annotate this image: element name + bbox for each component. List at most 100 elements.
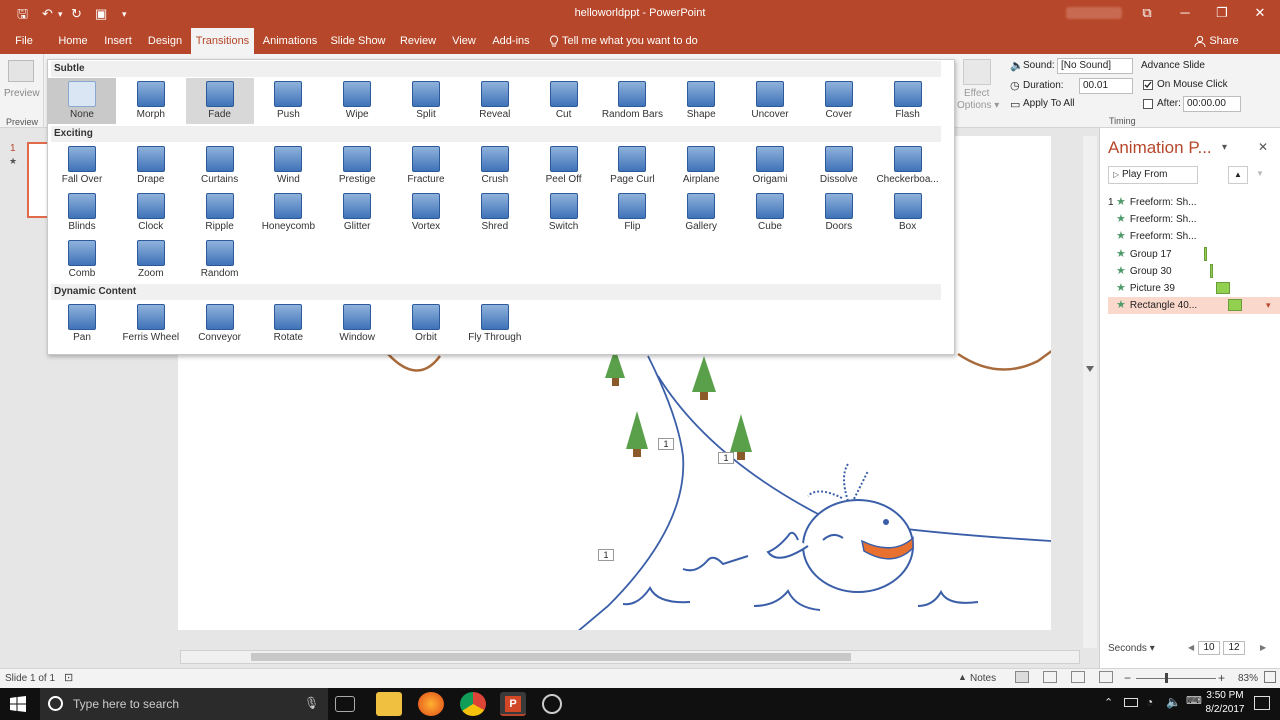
tab-file[interactable]: File xyxy=(8,28,40,54)
transition-clock[interactable]: Clock xyxy=(117,190,185,236)
animation-item[interactable]: 1 ★ Freeform: Sh... xyxy=(1108,194,1276,211)
transition-drape[interactable]: Drape xyxy=(117,143,185,189)
tab-review[interactable]: Review xyxy=(397,28,439,54)
tab-add-ins[interactable]: Add-ins xyxy=(489,28,533,54)
animation-item[interactable]: ★ Picture 39 xyxy=(1108,280,1276,297)
animation-item[interactable]: ★ Group 30 xyxy=(1108,263,1276,280)
transition-fall-over[interactable]: Fall Over xyxy=(48,143,116,189)
animation-tag-3[interactable]: 1 xyxy=(598,549,614,561)
windows-start-icon[interactable] xyxy=(10,696,26,712)
reading-view-icon[interactable] xyxy=(1071,671,1085,683)
ribbon-display-options-icon[interactable]: ⧉ xyxy=(1136,4,1158,22)
chrome-icon[interactable] xyxy=(460,692,486,716)
transition-cut[interactable]: Cut xyxy=(530,78,598,124)
transition-crush[interactable]: Crush xyxy=(461,143,529,189)
tab-animations[interactable]: Animations xyxy=(260,28,320,54)
item-dropdown-icon[interactable]: ▾ xyxy=(1266,297,1271,314)
effect-options-label-2[interactable]: Options ▾ xyxy=(957,100,999,111)
transition-blinds[interactable]: Blinds xyxy=(48,190,116,236)
transition-fracture[interactable]: Fracture xyxy=(392,143,460,189)
transition-dissolve[interactable]: Dissolve xyxy=(805,143,873,189)
transition-morph[interactable]: Morph xyxy=(117,78,185,124)
timeline-bar[interactable] xyxy=(1228,299,1242,312)
transition-page-curl[interactable]: Page Curl xyxy=(598,143,666,189)
pane-options-icon[interactable]: ▾ xyxy=(1222,142,1227,153)
share-button[interactable]: Share xyxy=(1208,28,1240,54)
move-up-button[interactable]: ▲ xyxy=(1228,166,1248,184)
transition-ripple[interactable]: Ripple xyxy=(186,190,254,236)
horizontal-scroll-thumb[interactable] xyxy=(251,653,851,661)
close-pane-icon[interactable]: ✕ xyxy=(1258,140,1268,154)
preview-button[interactable]: Preview xyxy=(4,88,40,99)
tab-slide-show[interactable]: Slide Show xyxy=(329,28,387,54)
transition-ferris-wheel[interactable]: Ferris Wheel xyxy=(117,301,185,347)
animation-tag-1[interactable]: 1 xyxy=(658,438,674,450)
seconds-dropdown[interactable]: Seconds ▾ xyxy=(1108,643,1155,654)
powerpoint-taskbar-icon[interactable]: P xyxy=(500,692,526,716)
animation-item[interactable]: ★ Freeform: Sh... xyxy=(1108,228,1276,245)
vertical-scrollbar[interactable] xyxy=(1083,136,1097,648)
transition-honeycomb[interactable]: Honeycomb xyxy=(254,190,322,236)
transition-flip[interactable]: Flip xyxy=(598,190,666,236)
transition-push[interactable]: Push xyxy=(254,78,322,124)
transition-peel-off[interactable]: Peel Off xyxy=(530,143,598,189)
zoom-slider[interactable] xyxy=(1136,678,1216,679)
transition-conveyor[interactable]: Conveyor xyxy=(186,301,254,347)
scroll-down-icon[interactable] xyxy=(1086,366,1094,372)
transition-shred[interactable]: Shred xyxy=(461,190,529,236)
zoom-slider-thumb[interactable] xyxy=(1165,673,1168,683)
transition-gallery[interactable]: Gallery xyxy=(667,190,735,236)
transition-switch[interactable]: Switch xyxy=(530,190,598,236)
tab-view[interactable]: View xyxy=(448,28,480,54)
transition-window[interactable]: Window xyxy=(323,301,391,347)
transition-glitter[interactable]: Glitter xyxy=(323,190,391,236)
transition-prestige[interactable]: Prestige xyxy=(323,143,391,189)
taskbar-search[interactable]: Type here to search 🎙 xyxy=(40,688,328,720)
on-mouse-click-checkbox[interactable] xyxy=(1143,80,1153,90)
timeline-bar[interactable] xyxy=(1216,282,1230,294)
transition-airplane[interactable]: Airplane xyxy=(667,143,735,189)
language-icon[interactable]: ⌨ xyxy=(1186,694,1202,707)
animation-tag-2[interactable]: 1 xyxy=(718,452,734,464)
move-down-button[interactable]: ▼ xyxy=(1250,166,1270,184)
close-button[interactable]: ✕ xyxy=(1249,4,1271,22)
action-center-icon[interactable] xyxy=(1254,696,1270,710)
transition-wipe[interactable]: Wipe xyxy=(323,78,391,124)
transition-comb[interactable]: Comb xyxy=(48,237,116,283)
transition-vortex[interactable]: Vortex xyxy=(392,190,460,236)
timeline-back-icon[interactable]: ◀ xyxy=(1188,643,1194,652)
slide-sorter-icon[interactable] xyxy=(1043,671,1057,683)
duration-input[interactable]: 00.01 xyxy=(1079,78,1133,94)
horizontal-scrollbar[interactable] xyxy=(180,650,1080,664)
apply-to-all-button[interactable]: Apply To All xyxy=(1023,98,1075,109)
transition-shape[interactable]: Shape xyxy=(667,78,735,124)
battery-icon[interactable] xyxy=(1124,698,1138,707)
tab-design[interactable]: Design xyxy=(144,28,186,54)
transition-cover[interactable]: Cover xyxy=(805,78,873,124)
transition-reveal[interactable]: Reveal xyxy=(461,78,529,124)
timeline-bar[interactable] xyxy=(1210,263,1213,278)
after-time-input[interactable]: 00:00.00 xyxy=(1183,96,1241,112)
transition-fly-through[interactable]: Fly Through xyxy=(461,301,529,347)
transition-wind[interactable]: Wind xyxy=(254,143,322,189)
wifi-icon[interactable]: ◔ xyxy=(1146,695,1153,709)
volume-icon[interactable]: 🔈 xyxy=(1166,695,1181,709)
spellcheck-icon[interactable]: ⊡ xyxy=(64,671,73,684)
transition-checkerboa[interactable]: Checkerboa... xyxy=(874,143,942,189)
transition-fade[interactable]: Fade xyxy=(185,78,254,124)
task-view-icon[interactable] xyxy=(335,696,355,712)
transition-rotate[interactable]: Rotate xyxy=(254,301,322,347)
tab-home[interactable]: Home xyxy=(54,28,92,54)
clock-time[interactable]: 3:50 PM xyxy=(1206,690,1244,701)
play-from-button[interactable]: ▷ Play From xyxy=(1108,166,1198,184)
transition-box[interactable]: Box xyxy=(874,190,942,236)
fit-slide-icon[interactable] xyxy=(1264,671,1276,683)
transition-cube[interactable]: Cube xyxy=(736,190,804,236)
effect-options-icon[interactable] xyxy=(963,59,991,85)
transition-random[interactable]: Random xyxy=(186,237,254,283)
tab-insert[interactable]: Insert xyxy=(101,28,135,54)
minimize-button[interactable]: ─ xyxy=(1174,4,1196,22)
notes-button[interactable]: Notes xyxy=(970,673,996,684)
transition-split[interactable]: Split xyxy=(392,78,460,124)
animation-item[interactable]: ★ Rectangle 40... ▾ xyxy=(1108,297,1280,315)
